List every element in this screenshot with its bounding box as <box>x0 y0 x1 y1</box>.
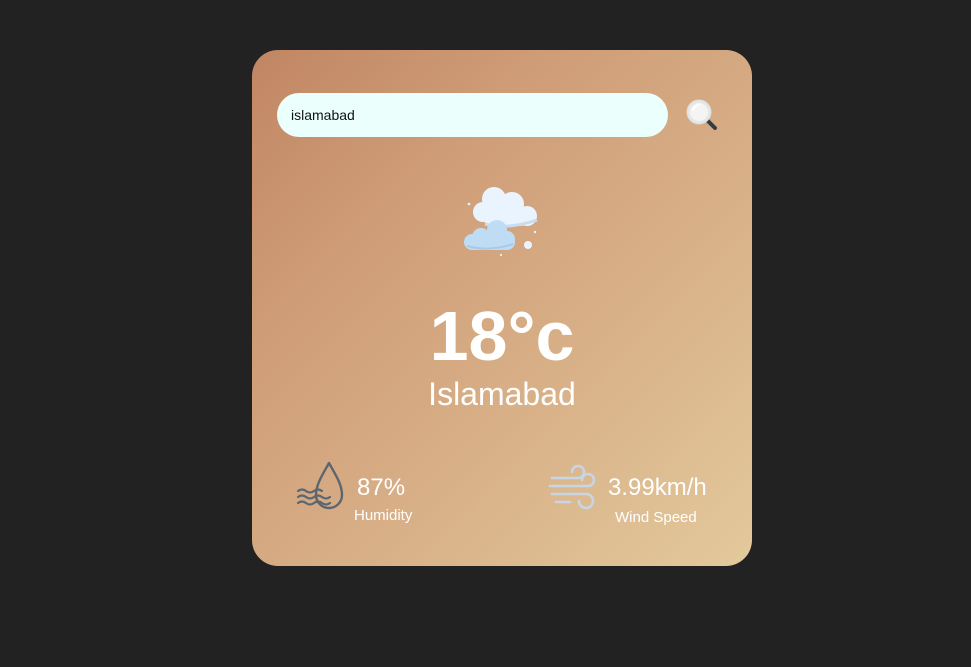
wind-speed-label: Wind Speed <box>615 509 697 526</box>
weather-card: 18°c Islamabad 87% Humidity 3.99km/h Win… <box>252 50 752 566</box>
humidity-icon <box>296 461 344 510</box>
search-input[interactable] <box>277 93 668 137</box>
humidity-label: Humidity <box>354 507 413 524</box>
city-name: Islamabad <box>428 376 576 412</box>
clouds-icon <box>464 187 538 257</box>
search-icon <box>686 99 717 130</box>
wind-speed-value: 3.99km/h <box>608 474 707 501</box>
humidity-value: 87% <box>357 474 406 501</box>
search-button[interactable] <box>685 98 719 132</box>
temperature: 18°c <box>429 297 575 375</box>
wind-icon <box>548 464 596 510</box>
